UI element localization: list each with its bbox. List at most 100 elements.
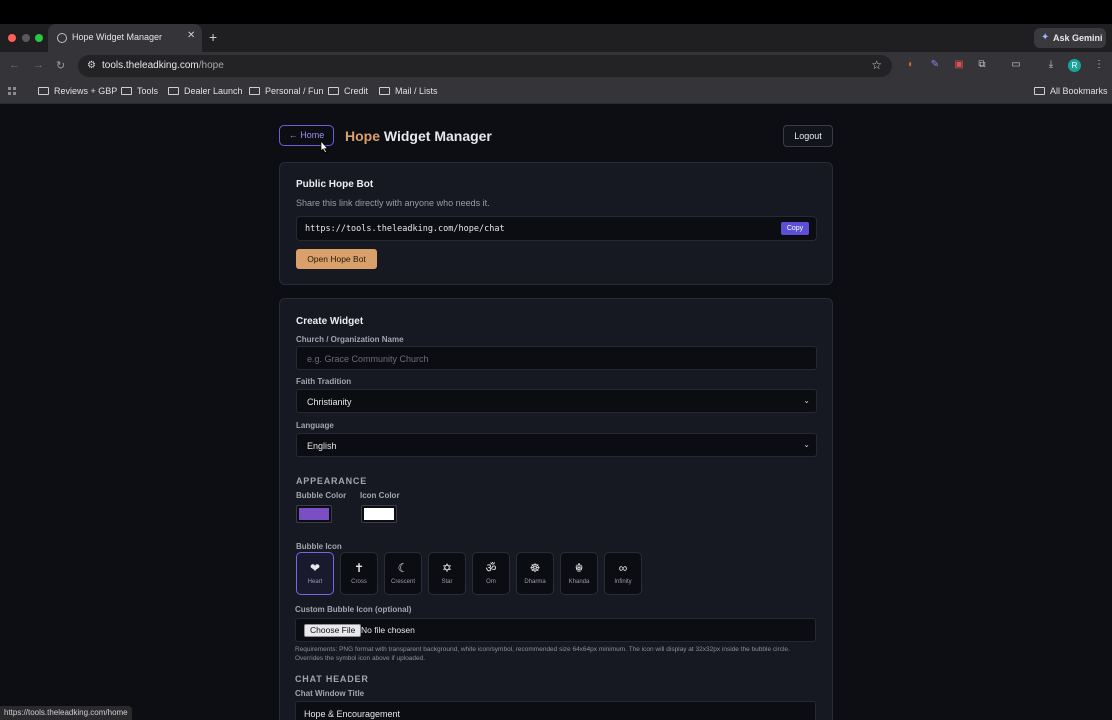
bubble-color-picker[interactable] [296,505,332,523]
bookmark-folder[interactable]: Dealer Launch [168,86,243,96]
org-name-label: Church / Organization Name [296,335,404,344]
zoom-window-button[interactable] [35,34,43,42]
folder-icon [328,87,339,95]
bookmark-folder[interactable]: Credit [328,86,368,96]
tab-title: Hope Widget Manager [72,32,163,42]
bookmark-label: Credit [344,86,369,96]
extension-badge-icon[interactable]: ▣ [952,59,966,73]
language-select[interactable]: English ⌄ [296,433,817,457]
folder-icon [249,87,260,95]
choose-file-button[interactable]: Choose File [304,624,362,637]
org-name-input[interactable]: e.g. Grace Community Church [296,346,817,370]
gemini-sparkle-icon: ✦ [1041,32,1050,43]
new-tab-icon[interactable]: + [209,29,217,45]
folder-icon [1034,87,1045,95]
bookmark-folder[interactable]: Reviews + GBP [38,86,117,96]
icon-requirements-text: Requirements: PNG format with transparen… [295,646,790,662]
globe-icon [57,33,67,43]
bubble-icon-cross[interactable]: ✝ Cross [340,552,378,595]
site-settings-icon[interactable]: ⚙ [87,60,96,71]
icon-color-picker[interactable] [361,505,397,523]
bookmarks-bar: Reviews + GBP Tools Dealer Launch Person… [0,80,1112,104]
bookmark-folder[interactable]: Mail / Lists [379,86,438,96]
bookmark-label: Personal / Fun [265,86,324,96]
logout-button[interactable]: Logout [783,125,833,147]
custom-icon-file-input[interactable]: Choose File No file chosen [295,618,816,642]
create-widget-heading: Create Widget [296,316,364,327]
heart-icon: ❤ [309,561,321,575]
status-bar-url: https://tools.theleadking.com/home [0,706,132,720]
open-hope-bot-button[interactable]: Open Hope Bot [296,249,377,269]
ask-gemini-button[interactable]: ✦ Ask Gemini [1034,28,1106,48]
bubble-icon-heart[interactable]: ❤ Heart [296,552,334,595]
copy-button[interactable]: Copy [781,222,809,235]
profile-avatar[interactable]: R [1068,59,1081,72]
bookmark-folder[interactable]: Tools [121,86,158,96]
url-text: tools.theleadking.com/hope [102,60,224,71]
apps-grid-icon[interactable] [8,87,18,97]
close-tab-icon[interactable]: ✕ [187,30,195,41]
bubble-icon-crescent[interactable]: ☾ Crescent [384,552,422,595]
folder-icon [379,87,390,95]
back-arrow-icon[interactable]: ← [9,59,20,71]
forward-arrow-icon[interactable]: → [33,59,44,71]
menu-kebab-icon[interactable]: ⋮ [1092,59,1106,73]
no-file-text: No file chosen [361,625,415,635]
faith-tradition-select[interactable]: Christianity ⌄ [296,389,817,413]
language-label: Language [296,421,334,430]
chevron-down-icon: ⌄ [803,440,810,449]
all-bookmarks-label: All Bookmarks [1050,86,1108,96]
folder-icon [121,87,132,95]
public-bot-card: Public Hope Bot Share this link directly… [279,162,833,285]
download-icon[interactable]: ⤓ [1044,59,1058,73]
bubble-color-swatch [299,508,329,520]
url-path: /hope [198,60,224,71]
extension-feather-icon[interactable]: ✎ [928,59,942,73]
language-value: English [307,441,337,451]
star-icon: ✡ [441,561,453,575]
all-bookmarks-button[interactable]: All Bookmarks [1034,86,1108,96]
address-bar[interactable]: ⚙ tools.theleadking.com/hope ☆ [78,55,892,77]
bubble-icon-om[interactable]: ॐ Om [472,552,510,595]
icon-color-label: Icon Color [360,491,400,500]
close-window-button[interactable] [8,34,16,42]
bubble-color-label: Bubble Color [296,491,347,500]
side-panel-icon[interactable]: ▭ [1009,59,1023,73]
folder-icon [38,87,49,95]
minimize-window-button[interactable] [22,34,30,42]
reload-icon[interactable]: ↻ [56,59,65,72]
bubble-icon-name: Cross [351,579,367,585]
tab-strip: Hope Widget Manager ✕ + ✦ Ask Gemini [0,24,1112,52]
bookmark-folder[interactable]: Personal / Fun [249,86,324,96]
bubble-icon-name: Infinity [614,579,632,585]
title-accent: Hope [345,128,380,144]
page-title: Hope Widget Manager [345,128,492,144]
mouse-pointer-icon [320,141,328,153]
org-name-placeholder: e.g. Grace Community Church [307,354,429,364]
bookmark-star-icon[interactable]: ☆ [871,58,882,72]
chevron-down-icon: ⌄ [803,396,810,405]
bubble-icon-name: Dharma [524,579,546,585]
bubble-icon-name: Heart [307,579,323,585]
bubble-icon-dharma[interactable]: ☸ Dharma [516,552,554,595]
extension-circle-icon[interactable]: ◐ [904,59,918,73]
public-bot-description: Share this link directly with anyone who… [296,198,490,208]
custom-icon-label: Custom Bubble Icon (optional) [295,605,412,614]
bubble-icon-infinity[interactable]: ∞ Infinity [604,552,642,595]
public-link-field[interactable]: https://tools.theleadking.com/hope/chat … [296,216,817,241]
bubble-icon-name: Khanda [568,579,590,585]
bookmark-label: Tools [137,86,159,96]
public-bot-heading: Public Hope Bot [296,179,374,190]
bookmark-label: Reviews + GBP [54,86,118,96]
faith-tradition-label: Faith Tradition [296,377,352,386]
khanda-icon: ☬ [574,561,584,575]
active-tab[interactable]: Hope Widget Manager ✕ [48,24,202,52]
chat-title-input[interactable]: Hope & Encouragement [295,701,816,720]
chat-title-label: Chat Window Title [295,689,365,698]
bubble-icon-star[interactable]: ✡ Star [428,552,466,595]
folder-icon [168,87,179,95]
extensions-puzzle-icon[interactable]: ⧉ [975,59,989,73]
address-toolbar: ← → ↻ ⚙ tools.theleadking.com/hope ☆ ◐ ✎… [0,52,1112,80]
bookmark-label: Dealer Launch [184,86,243,96]
bubble-icon-khanda[interactable]: ☬ Khanda [560,552,598,595]
